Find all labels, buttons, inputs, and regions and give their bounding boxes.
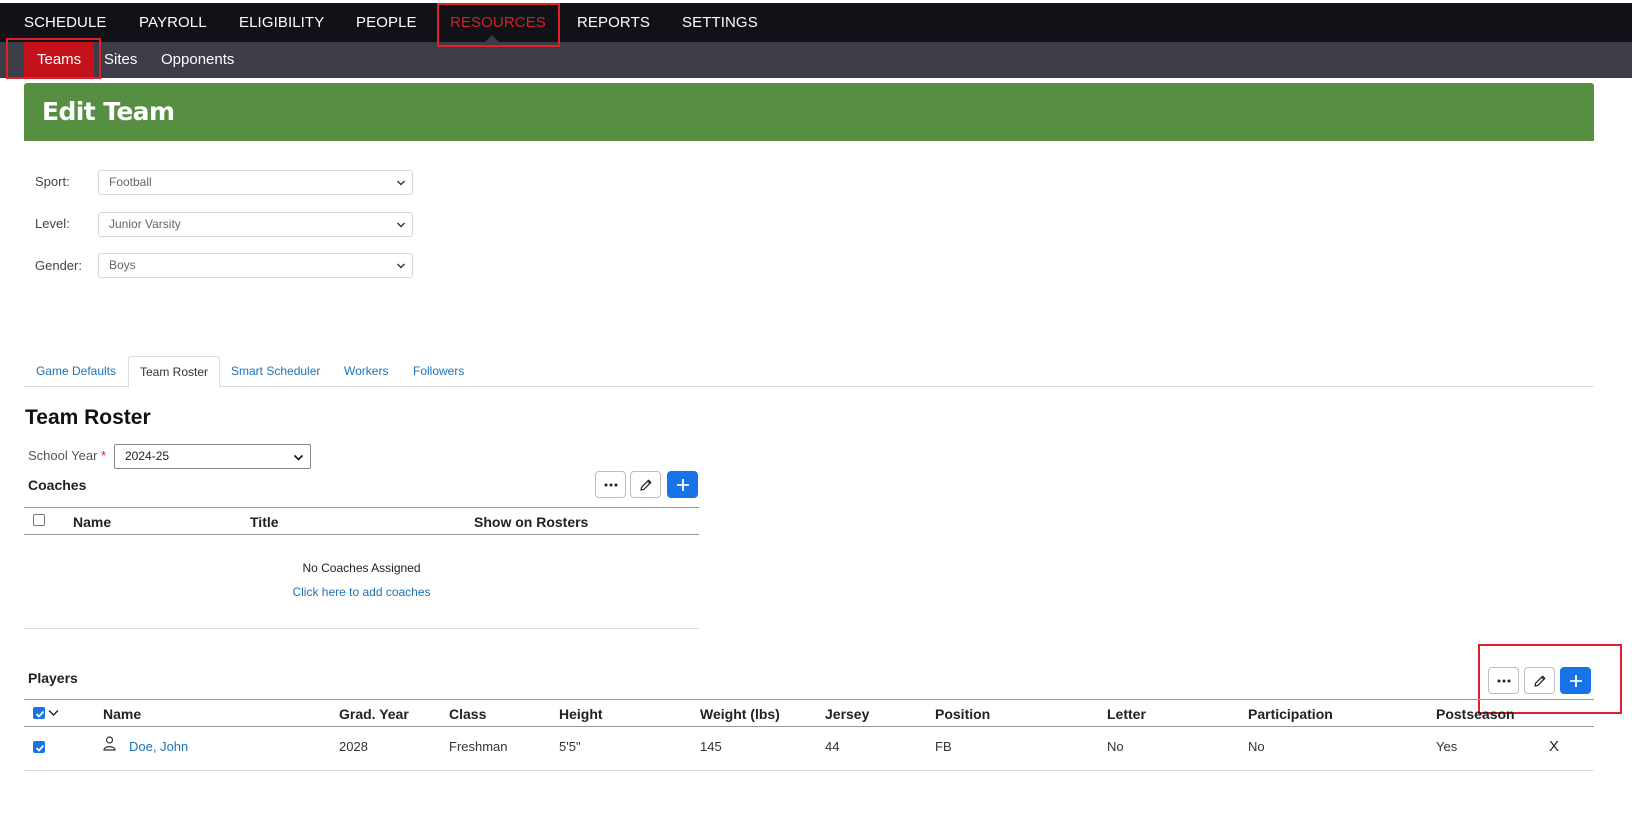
top-nav-settings[interactable]: SETTINGS bbox=[682, 3, 758, 42]
players-header-bottom-border bbox=[24, 726, 1594, 727]
page-title: Edit Team bbox=[42, 97, 175, 126]
player-postseason: Yes bbox=[1436, 739, 1458, 754]
level-select[interactable]: Junior Varsity bbox=[98, 212, 413, 237]
required-mark: * bbox=[101, 448, 107, 463]
player-weight: 145 bbox=[700, 739, 722, 754]
player-grad-year: 2028 bbox=[339, 739, 368, 754]
coaches-edit-button[interactable] bbox=[630, 471, 661, 498]
chevron-down-icon bbox=[397, 180, 405, 186]
players-add-button[interactable] bbox=[1560, 667, 1591, 694]
player-position: FB bbox=[935, 739, 952, 754]
add-coaches-link[interactable]: Click here to add coaches bbox=[24, 585, 699, 599]
gender-select[interactable]: Boys bbox=[98, 253, 413, 278]
players-col-postseason: Postseason bbox=[1436, 706, 1515, 722]
plus-icon bbox=[676, 478, 689, 491]
more-horizontal-icon bbox=[604, 483, 617, 486]
school-year-label: School Year * bbox=[28, 448, 106, 463]
level-value: Junior Varsity bbox=[109, 217, 181, 231]
coaches-add-button[interactable] bbox=[667, 471, 698, 498]
players-more-button[interactable] bbox=[1488, 667, 1519, 694]
gender-value: Boys bbox=[109, 258, 136, 272]
player-row-checkbox[interactable] bbox=[33, 741, 45, 753]
top-nav-eligibility[interactable]: ELIGIBILITY bbox=[239, 3, 324, 42]
pencil-icon bbox=[1533, 675, 1545, 687]
player-name-link[interactable]: Doe, John bbox=[129, 739, 188, 754]
top-nav-payroll[interactable]: PAYROLL bbox=[139, 3, 207, 42]
tab-bar: Game Defaults Team Roster Smart Schedule… bbox=[24, 356, 1594, 388]
chevron-down-icon[interactable] bbox=[48, 709, 59, 717]
players-row-bottom-border bbox=[24, 770, 1594, 771]
chevron-down-icon bbox=[397, 222, 405, 228]
top-nav-bar: SCHEDULE PAYROLL ELIGIBILITY PEOPLE RESO… bbox=[0, 3, 1632, 42]
top-nav-reports[interactable]: REPORTS bbox=[577, 3, 650, 42]
players-col-class: Class bbox=[449, 706, 487, 722]
coaches-select-all-checkbox[interactable] bbox=[33, 514, 45, 526]
players-col-position: Position bbox=[935, 706, 991, 722]
players-col-grad-year: Grad. Year bbox=[339, 706, 409, 722]
coaches-col-show-on-rosters: Show on Rosters bbox=[474, 514, 589, 530]
check-icon bbox=[35, 710, 45, 718]
plus-icon bbox=[1569, 674, 1582, 687]
tab-workers[interactable]: Workers bbox=[344, 356, 388, 387]
school-year-value: 2024-25 bbox=[125, 449, 170, 463]
person-icon bbox=[103, 736, 116, 751]
coaches-header-bottom-border bbox=[24, 534, 699, 535]
coaches-section-divider bbox=[24, 628, 699, 629]
roster-title: Team Roster bbox=[25, 406, 151, 429]
sport-select[interactable]: Football bbox=[98, 170, 413, 195]
coaches-header-top-border bbox=[24, 507, 699, 508]
players-header-top-border bbox=[24, 699, 1594, 700]
sub-nav-bar: Teams Sites Opponents bbox=[0, 42, 1632, 78]
top-nav-schedule[interactable]: SCHEDULE bbox=[24, 3, 107, 42]
school-year-label-text: School Year bbox=[28, 448, 98, 463]
tab-followers[interactable]: Followers bbox=[413, 356, 464, 387]
sub-nav-opponents[interactable]: Opponents bbox=[161, 42, 234, 78]
players-col-letter: Letter bbox=[1107, 706, 1146, 722]
players-col-jersey: Jersey bbox=[825, 706, 870, 722]
page-banner: Edit Team bbox=[24, 83, 1594, 141]
players-select-all-checkbox[interactable] bbox=[33, 707, 45, 719]
players-col-weight: Weight (lbs) bbox=[700, 706, 780, 722]
more-horizontal-icon bbox=[1497, 679, 1510, 682]
school-year-select[interactable]: 2024-25 bbox=[114, 444, 311, 469]
players-edit-button[interactable] bbox=[1524, 667, 1555, 694]
level-label: Level: bbox=[35, 216, 70, 231]
no-coaches-message: No Coaches Assigned bbox=[302, 561, 421, 575]
player-letter: No bbox=[1107, 739, 1124, 754]
player-class: Freshman bbox=[449, 739, 508, 754]
player-jersey: 44 bbox=[825, 739, 840, 754]
coaches-more-button[interactable] bbox=[595, 471, 626, 498]
sport-value: Football bbox=[109, 175, 152, 189]
players-col-participation: Participation bbox=[1248, 706, 1333, 722]
coaches-title: Coaches bbox=[28, 477, 87, 493]
player-participation: No bbox=[1248, 739, 1265, 754]
coaches-col-title: Title bbox=[250, 514, 279, 530]
sub-nav-teams[interactable]: Teams bbox=[24, 42, 95, 78]
add-coaches-link-text[interactable]: Click here to add coaches bbox=[292, 585, 430, 599]
tab-team-roster[interactable]: Team Roster bbox=[128, 356, 221, 388]
players-col-height: Height bbox=[559, 706, 603, 722]
chevron-down-icon bbox=[294, 454, 303, 461]
players-title: Players bbox=[28, 670, 78, 686]
top-nav-people[interactable]: PEOPLE bbox=[356, 3, 417, 42]
players-col-name: Name bbox=[103, 706, 142, 722]
tab-game-defaults[interactable]: Game Defaults bbox=[36, 356, 116, 387]
sport-label: Sport: bbox=[35, 174, 70, 189]
sub-nav-sites[interactable]: Sites bbox=[104, 42, 137, 78]
check-icon bbox=[35, 744, 45, 752]
gender-label: Gender: bbox=[35, 258, 82, 273]
active-nav-caret bbox=[485, 35, 499, 42]
tab-smart-scheduler[interactable]: Smart Scheduler bbox=[231, 356, 320, 387]
remove-player-button[interactable]: X bbox=[1549, 738, 1559, 755]
chevron-down-icon bbox=[397, 263, 405, 269]
coaches-col-name: Name bbox=[73, 514, 112, 530]
player-height: 5'5" bbox=[559, 739, 581, 754]
pencil-icon bbox=[639, 479, 651, 491]
